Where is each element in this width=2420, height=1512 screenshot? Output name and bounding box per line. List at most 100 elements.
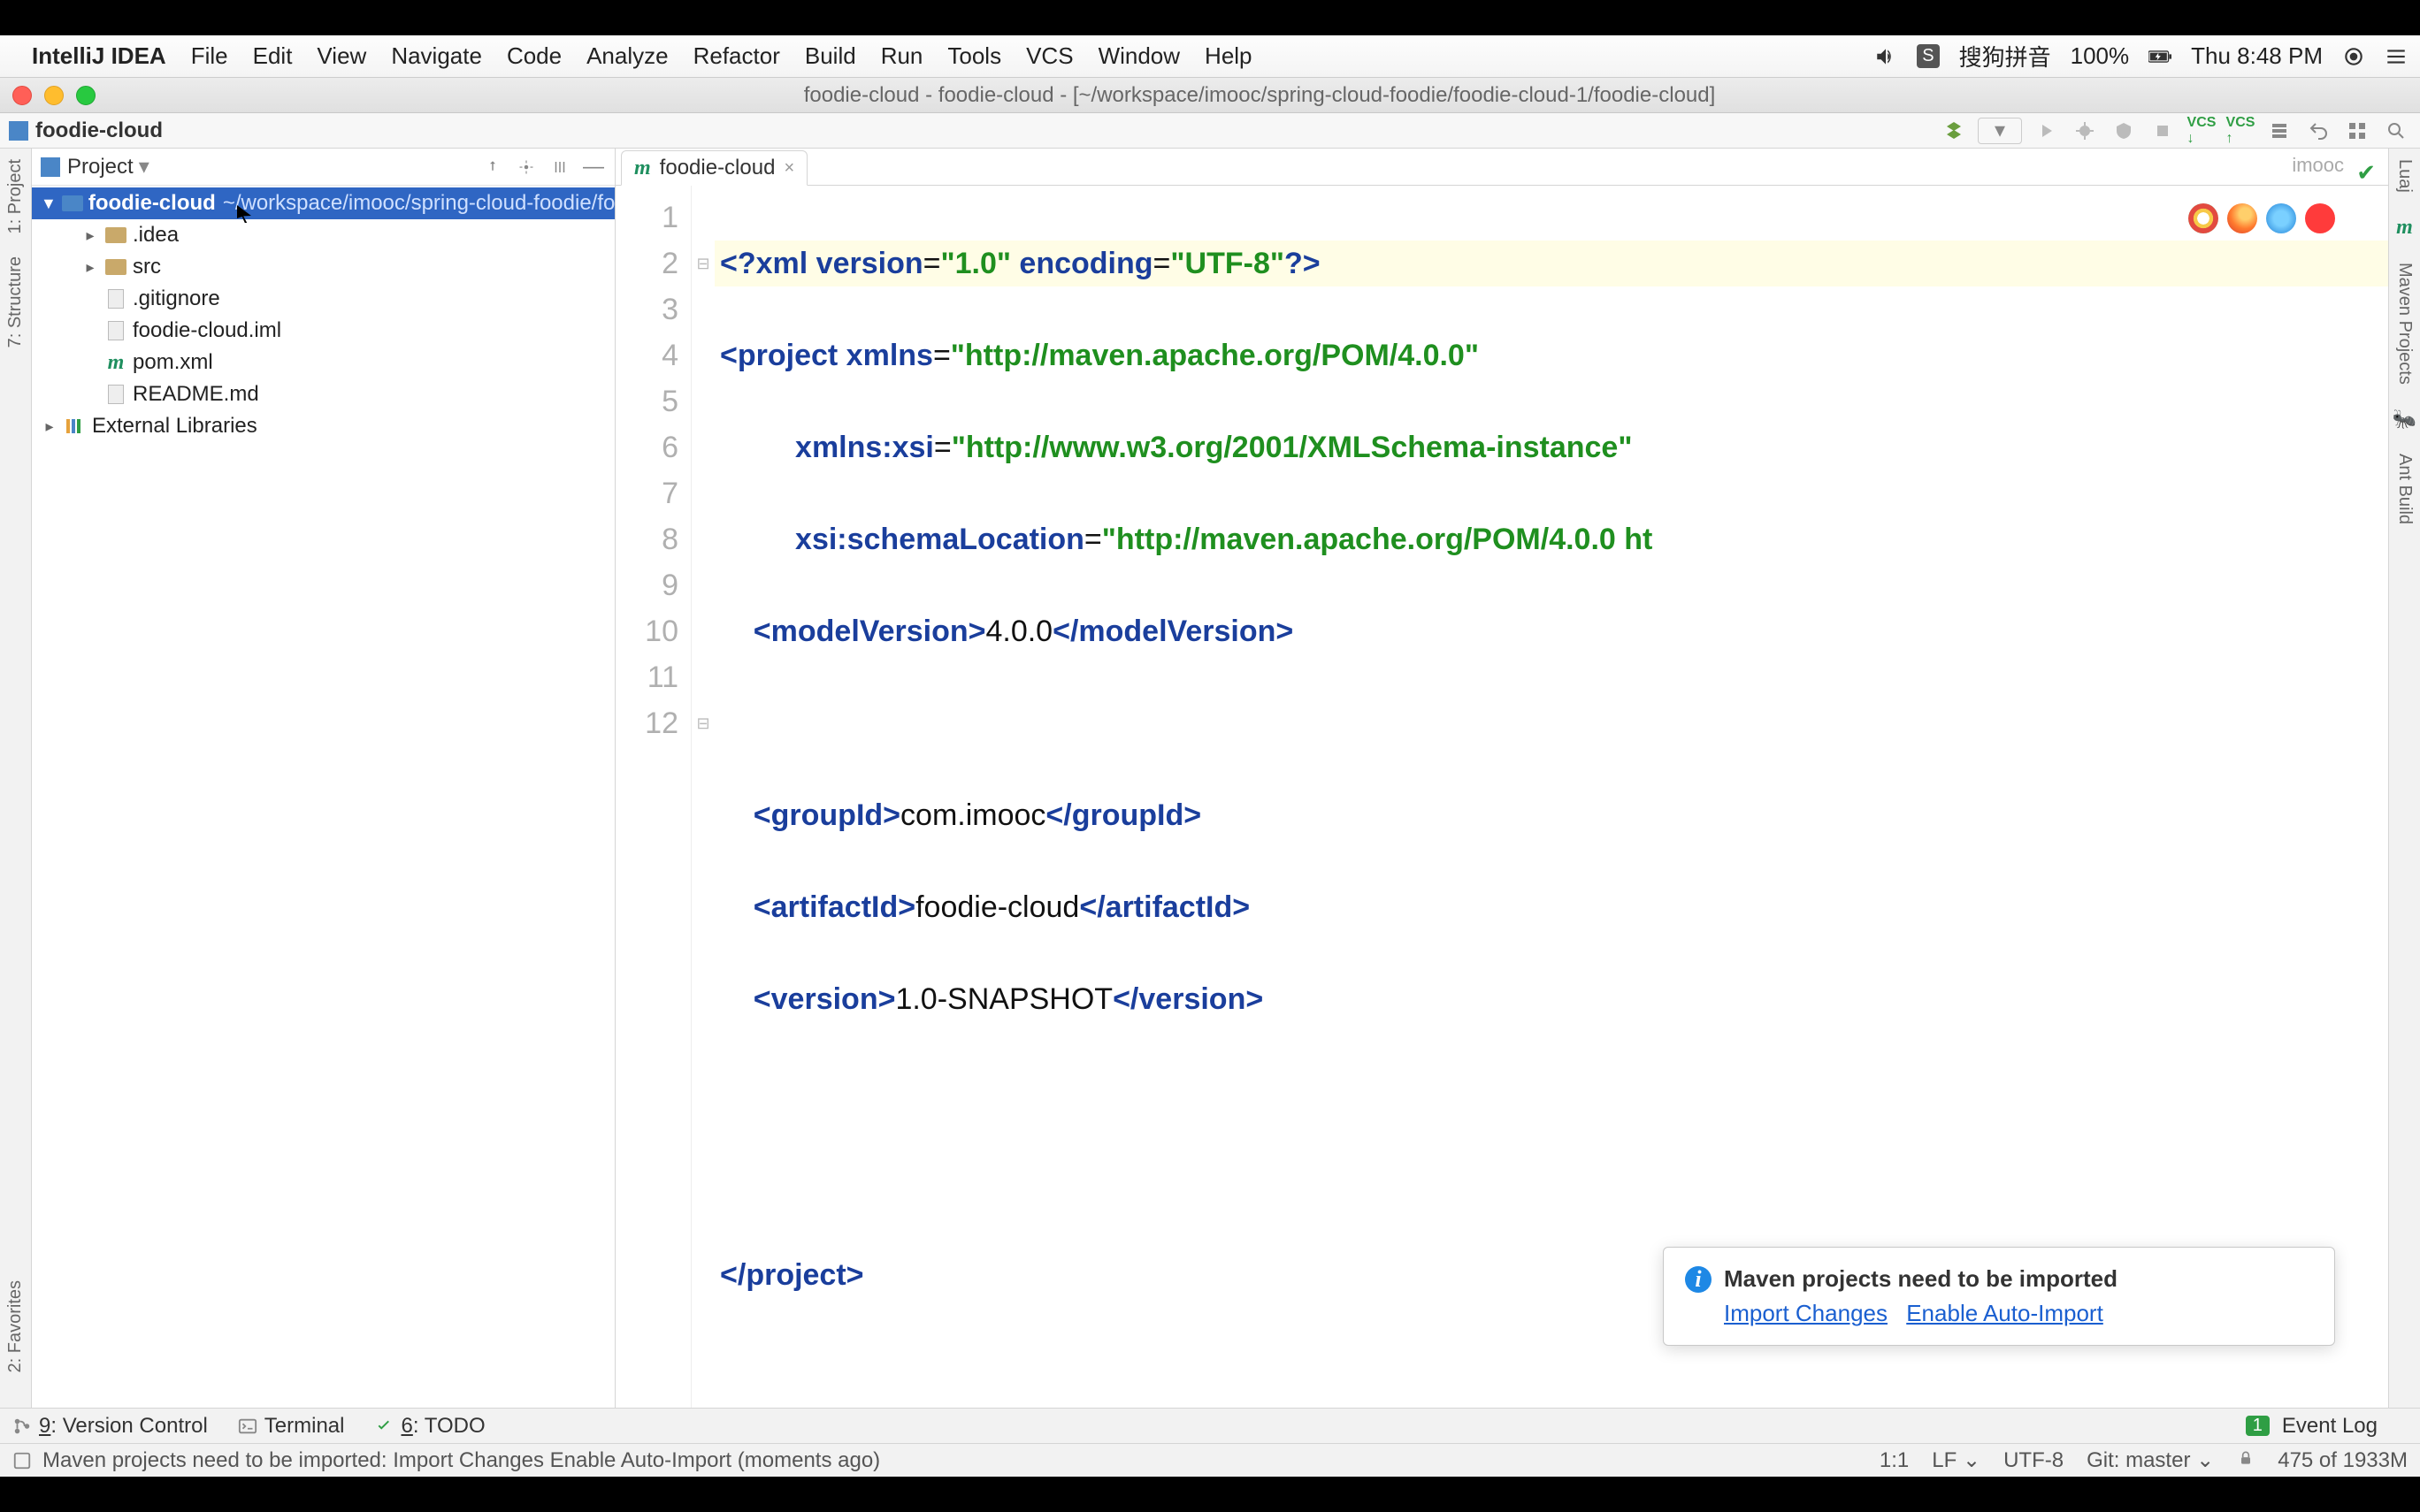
project-structure-button[interactable]	[2342, 118, 2372, 144]
collapse-all-button[interactable]	[514, 155, 539, 179]
stop-button[interactable]	[2148, 118, 2178, 144]
undo-button[interactable]	[2303, 118, 2333, 144]
menu-tools[interactable]: Tools	[947, 42, 1001, 70]
ime-icon[interactable]: S	[1917, 44, 1939, 68]
menu-analyze[interactable]: Analyze	[586, 42, 669, 70]
ant-rail-icon[interactable]: 🐜	[2393, 408, 2416, 431]
file-icon	[108, 321, 124, 340]
editor-tabs: m foodie-cloud ×	[616, 149, 2388, 186]
menu-run[interactable]: Run	[881, 42, 923, 70]
fold-icon[interactable]: ⊟	[692, 241, 715, 286]
import-changes-link[interactable]: Import Changes	[1724, 1300, 1888, 1326]
file-icon	[108, 289, 124, 309]
clock[interactable]: Thu 8:48 PM	[2191, 42, 2323, 70]
expand-arrow-icon[interactable]: ▸	[41, 417, 58, 436]
ime-label[interactable]: 搜狗拼音	[1959, 40, 2051, 73]
menu-file[interactable]: File	[191, 42, 228, 70]
rail-structure[interactable]: 7: Structure	[5, 251, 26, 353]
expand-arrow-icon[interactable]: ▸	[81, 226, 99, 245]
left-tool-rail: 1: Project 7: Structure 2: Favorites	[0, 149, 32, 1408]
tree-item-iml[interactable]: foodie-cloud.iml	[32, 315, 615, 347]
project-view-dropdown[interactable]: ▾	[139, 154, 149, 179]
notification-title: Maven projects need to be imported	[1724, 1265, 2118, 1293]
tool-event-log[interactable]: 1 Event Log	[2246, 1414, 2378, 1439]
tree-root-label: foodie-cloud	[88, 191, 216, 216]
folder-icon	[105, 227, 126, 243]
menu-build[interactable]: Build	[805, 42, 856, 70]
expand-arrow-icon[interactable]: ▸	[81, 258, 99, 277]
vcs-history-button[interactable]	[2264, 118, 2294, 144]
tree-item-pom[interactable]: m pom.xml	[32, 347, 615, 378]
editor-tab-foodie-cloud[interactable]: m foodie-cloud ×	[621, 150, 808, 186]
menu-list-icon[interactable]	[2385, 45, 2408, 68]
breadcrumb[interactable]: foodie-cloud	[35, 118, 163, 143]
app-name[interactable]: IntelliJ IDEA	[32, 42, 166, 70]
window-maximize-button[interactable]	[76, 86, 96, 105]
inspection-indicator-icon[interactable]: ✔	[2356, 159, 2376, 187]
window-close-button[interactable]	[12, 86, 32, 105]
tool-todo[interactable]: 6: TODO	[374, 1414, 485, 1439]
memory-indicator[interactable]: 475 of 1933M	[2278, 1448, 2408, 1473]
status-bar: Maven projects need to be imported: Impo…	[0, 1443, 2420, 1477]
run-button[interactable]	[2031, 118, 2061, 144]
spotlight-icon[interactable]	[2342, 45, 2365, 68]
expand-arrow-icon[interactable]: ▼	[41, 195, 57, 213]
menu-window[interactable]: Window	[1099, 42, 1180, 70]
run-config-dropdown[interactable]: ▾	[1978, 118, 2022, 144]
window-titlebar: foodie-cloud - foodie-cloud - [~/workspa…	[0, 78, 2420, 113]
tree-root[interactable]: ▼ foodie-cloud ~/workspace/imooc/spring-…	[32, 187, 615, 219]
project-tree[interactable]: ▼ foodie-cloud ~/workspace/imooc/spring-…	[32, 186, 615, 1408]
battery-icon[interactable]	[2148, 45, 2171, 68]
hide-button[interactable]: —	[581, 155, 606, 179]
tree-item-gitignore[interactable]: .gitignore	[32, 283, 615, 315]
build-button[interactable]	[1939, 118, 1969, 144]
tree-item-idea[interactable]: ▸ .idea	[32, 219, 615, 251]
window-minimize-button[interactable]	[44, 86, 64, 105]
menu-vcs[interactable]: VCS	[1026, 42, 1073, 70]
tree-item-src[interactable]: ▸ src	[32, 251, 615, 283]
tree-item-readme[interactable]: README.md	[32, 378, 615, 410]
editor-breadcrumb[interactable]: imooc	[2283, 149, 2353, 182]
maven-rail-icon[interactable]: m	[2396, 216, 2413, 240]
close-tab-button[interactable]: ×	[784, 158, 794, 179]
lock-icon[interactable]	[2237, 1448, 2255, 1473]
fold-icon[interactable]: ⊟	[692, 700, 715, 746]
rail-project[interactable]: 1: Project	[5, 154, 26, 239]
line-ending[interactable]: LF ⌄	[1932, 1447, 1980, 1473]
vcs-commit-button[interactable]: VCS↑	[2225, 118, 2255, 144]
project-header-title[interactable]: Project	[67, 155, 134, 179]
menu-navigate[interactable]: Navigate	[391, 42, 482, 70]
tree-root-path: ~/workspace/imooc/spring-cloud-foodie/fo…	[223, 191, 615, 216]
debug-button[interactable]	[2070, 118, 2100, 144]
vcs-update-button[interactable]: VCS↓	[2186, 118, 2217, 144]
file-encoding[interactable]: UTF-8	[2003, 1448, 2064, 1473]
line-gutter[interactable]: 1 2 3 4 5 6 7 8 9 10 11 12	[616, 186, 692, 1408]
editor-area: m foodie-cloud × imooc ✔ 1 2 3 4 5	[616, 149, 2388, 1408]
menu-refactor[interactable]: Refactor	[693, 42, 780, 70]
status-icon[interactable]	[12, 1451, 32, 1470]
fold-gutter[interactable]: ⊟⊟	[692, 186, 715, 1408]
battery-label[interactable]: 100%	[2071, 42, 2130, 70]
enable-auto-import-link[interactable]: Enable Auto-Import	[1906, 1300, 2103, 1326]
rail-lua[interactable]: Luaj	[2394, 154, 2415, 198]
search-button[interactable]	[2381, 118, 2411, 144]
git-branch[interactable]: Git: master ⌄	[2087, 1447, 2214, 1473]
coverage-button[interactable]	[2109, 118, 2139, 144]
tool-terminal[interactable]: Terminal	[238, 1414, 345, 1439]
event-count-badge: 1	[2246, 1416, 2270, 1436]
tool-version-control[interactable]: 99: Version Control: Version Control	[12, 1414, 208, 1439]
caret-position[interactable]: 1:1	[1880, 1448, 1909, 1473]
menu-help[interactable]: Help	[1205, 42, 1252, 70]
rail-favorites[interactable]: 2: Favorites	[5, 1275, 26, 1378]
settings-button[interactable]	[548, 155, 572, 179]
volume-icon[interactable]	[1874, 45, 1897, 68]
rail-maven[interactable]: Maven Projects	[2394, 257, 2415, 390]
rail-ant[interactable]: Ant Build	[2394, 448, 2415, 530]
menu-view[interactable]: View	[317, 42, 366, 70]
tree-external-libs[interactable]: ▸ External Libraries	[32, 410, 615, 442]
menu-code[interactable]: Code	[507, 42, 562, 70]
code-editor[interactable]: <?xml version="1.0" encoding="UTF-8"?> <…	[715, 186, 2388, 1408]
menu-edit[interactable]: Edit	[253, 42, 293, 70]
scroll-to-source-button[interactable]	[480, 155, 505, 179]
right-tool-rail: Luaj m Maven Projects 🐜 Ant Build	[2388, 149, 2420, 1408]
